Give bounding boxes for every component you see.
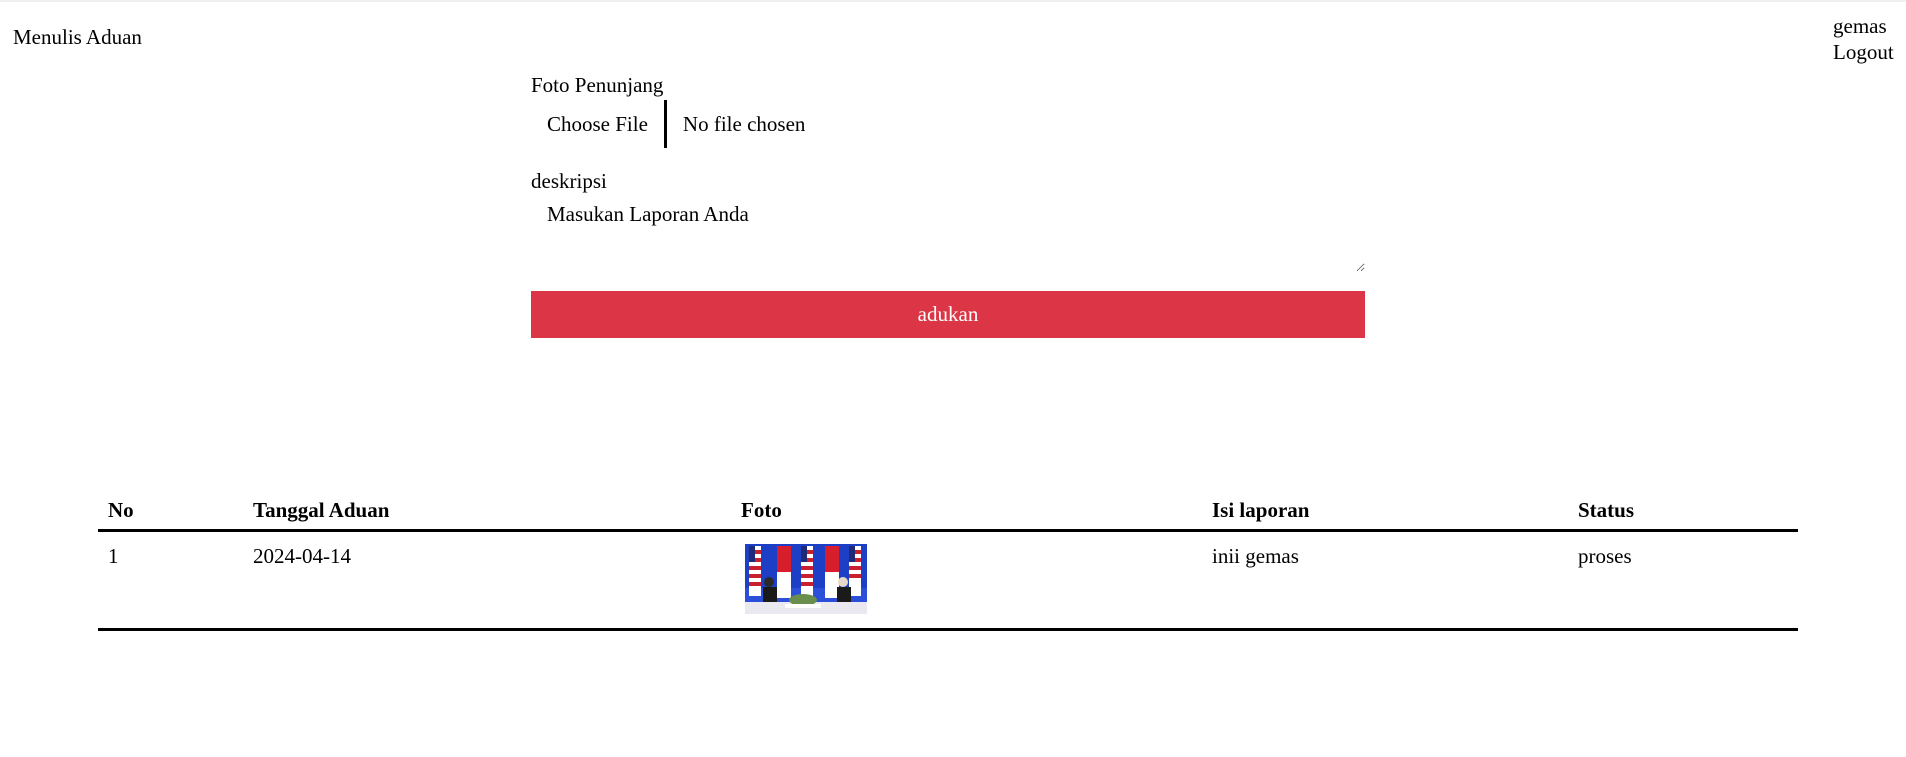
header-date: Tanggal Aduan (243, 491, 731, 532)
cell-content: inii gemas (1202, 530, 1568, 631)
cell-photo (731, 530, 1202, 631)
page-title: Menulis Aduan (13, 25, 142, 49)
description-textarea[interactable] (531, 200, 1365, 272)
cell-status: proses (1568, 530, 1798, 631)
logout-link[interactable]: Logout (1833, 39, 1894, 65)
complaint-form: Foto Penunjang Choose File No file chose… (531, 72, 1365, 338)
username: gemas (1833, 14, 1887, 38)
header-content: Isi laporan (1202, 491, 1568, 532)
user-menu: gemas Logout (1833, 13, 1894, 65)
header-no: No (98, 491, 243, 532)
header-photo: Foto (731, 491, 1202, 532)
top-border (0, 0, 1906, 2)
header-status: Status (1568, 491, 1798, 532)
table-header-row: No Tanggal Aduan Foto Isi laporan Status (98, 491, 1798, 532)
photo-label: Foto Penunjang (531, 73, 664, 97)
description-label: deskripsi (531, 169, 607, 193)
cell-date: 2024-04-14 (243, 530, 731, 631)
choose-file-button[interactable]: Choose File (531, 100, 667, 148)
file-input[interactable]: Choose File No file chosen (531, 100, 1365, 148)
file-status-text: No file chosen (682, 111, 806, 136)
reports-table: No Tanggal Aduan Foto Isi laporan Status… (98, 491, 1798, 631)
submit-button[interactable]: adukan (531, 291, 1365, 338)
photo-thumbnail (745, 544, 867, 614)
table-row: 1 2024-04-14 inii gemas proses (98, 530, 1798, 631)
cell-no: 1 (98, 530, 243, 631)
